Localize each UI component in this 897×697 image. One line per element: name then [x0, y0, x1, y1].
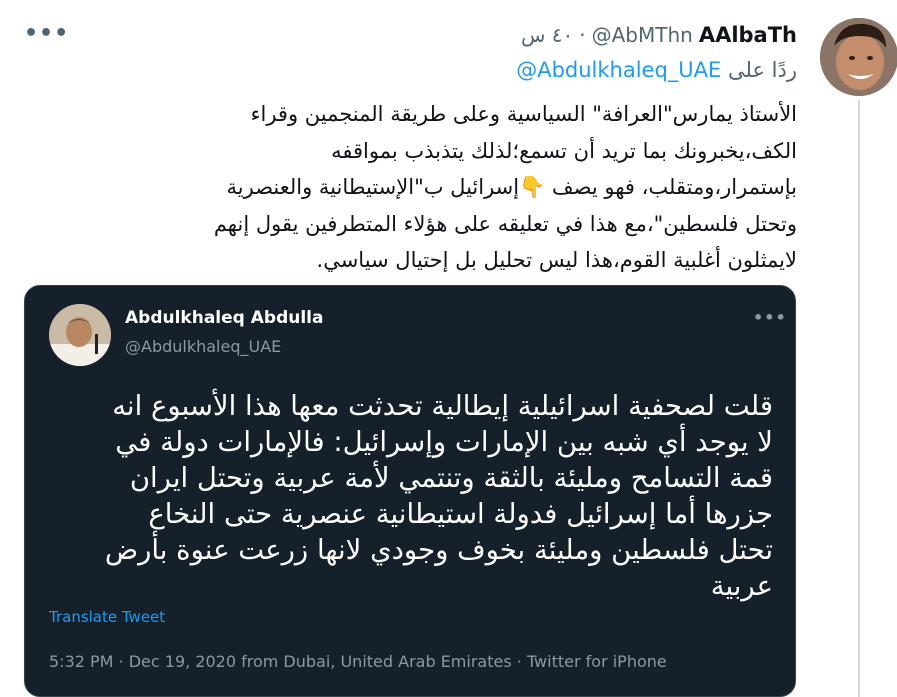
tweet-text-line: لايمثلون أغلبية القوم،هذا ليس تحليل بل إ… [316, 248, 797, 272]
tweet-header: AAlbaTh @AbMThn · ٤٠ س [521, 20, 797, 50]
quoted-author-name[interactable]: Abdulkhaleq Abdulla [125, 308, 323, 328]
quoted-text-line: لا يوجد أي شبه بين الإمارات وإسرائيل: فا… [115, 426, 773, 458]
quoted-tweet-card[interactable]: Abdulkhaleq Abdulla @Abdulkhaleq_UAE •••… [24, 285, 796, 697]
tweet-text: الأستاذ يمارس"العرافة" السياسية وعلى طري… [137, 96, 797, 279]
tweet-text-line: الكف،يخبرونك بما تريد أن تسمع؛لذلك يتذبذ… [331, 138, 797, 163]
quoted-text-line: عربية [710, 570, 773, 602]
tweet-text-line: بإستمرار،ومتقلب، فهو يصف 👇إسرائيل ب"الإس… [226, 175, 798, 199]
quoted-tweet-metadata[interactable]: 5:32 PM · Dec 19, 2020 from Dubai, Unite… [49, 652, 667, 671]
quoted-author-avatar[interactable] [49, 304, 111, 366]
tweet-text-line: الأستاذ يمارس"العرافة" السياسية وعلى طري… [250, 102, 797, 126]
quoted-text-line: جزرها أما إسرائيل فدولة استيطانية عنصرية… [148, 498, 773, 530]
quoted-author-handle[interactable]: @Abdulkhaleq_UAE [125, 337, 281, 356]
reply-prefix: ردًا على [728, 58, 797, 82]
quoted-text-line: قلت لصحفية اسرائيلية إيطالية تحدثت معها … [112, 390, 773, 422]
header-separator: · [579, 23, 586, 47]
author-avatar[interactable] [820, 18, 897, 96]
author-avatar-image [820, 18, 897, 96]
tweet-timestamp[interactable]: ٤٠ س [521, 23, 573, 47]
quoted-more-options-icon[interactable]: ••• [753, 308, 787, 327]
reply-mention-link[interactable]: @Abdulkhaleq_UAE [516, 58, 721, 82]
tweet-text-line: وتحتل فلسطين"،مع هذا في تعليقه على هؤلاء… [213, 211, 797, 236]
quoted-tweet-text: قلت لصحفية اسرائيلية إيطالية تحدثت معها … [43, 388, 773, 604]
author-handle[interactable]: @AbMThn [592, 23, 693, 47]
more-options-icon[interactable]: ••• [24, 22, 68, 46]
translate-tweet-link[interactable]: Translate Tweet [49, 608, 165, 626]
replying-to: ردًا على @Abdulkhaleq_UAE [516, 58, 797, 90]
quoted-text-line: قمة التسامح ومليئة بالثقة وتنتمي لأمة عر… [129, 462, 773, 494]
author-display-name[interactable]: AAlbaTh [699, 23, 797, 47]
thread-line [858, 100, 860, 697]
quoted-avatar-image [49, 304, 111, 366]
quoted-text-line: تحتل فلسطين ومليئة بخوف وجودي لانها زرعت… [104, 534, 773, 566]
